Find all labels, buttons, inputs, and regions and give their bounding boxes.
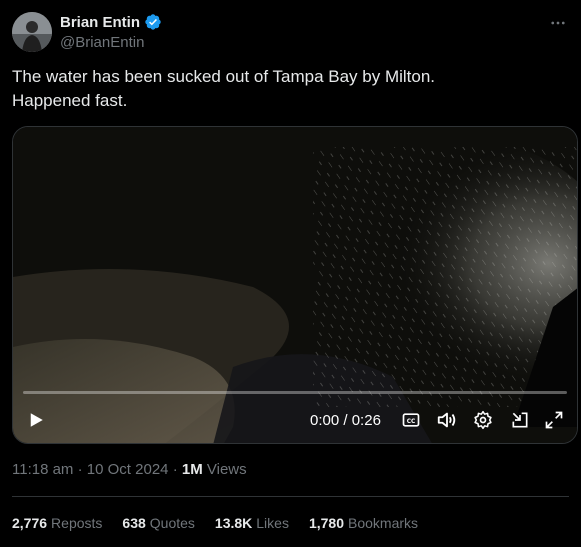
video-duration: 0:26 (351, 412, 381, 429)
reposts-stat[interactable]: 2,776 Reposts (12, 515, 102, 531)
bookmarks-label: Bookmarks (348, 515, 419, 531)
quotes-count: 638 (122, 515, 146, 531)
more-options-button[interactable] (547, 12, 569, 34)
views-count: 1M (181, 461, 203, 478)
volume-icon (437, 412, 456, 428)
bookmarks-count: 1,780 (308, 515, 344, 531)
settings-button[interactable] (470, 407, 496, 433)
reposts-label: Reposts (51, 515, 103, 531)
play-icon (30, 413, 43, 427)
avatar-image (12, 12, 52, 52)
picture-in-picture-button[interactable] (507, 407, 533, 433)
tweet-time[interactable]: 11:18 am (12, 461, 73, 478)
divider (12, 496, 569, 497)
author-handle[interactable]: @BrianEntin (60, 34, 144, 51)
author-name-text: Brian Entin (60, 13, 141, 31)
tweet-date[interactable]: 10 Oct 2024 (87, 461, 169, 478)
reposts-count: 2,776 (12, 515, 48, 531)
tweet-text: The water has been sucked out of Tampa B… (12, 65, 567, 113)
quotes-label: Quotes (149, 515, 195, 531)
video-time-separator: / (343, 412, 348, 429)
quotes-stat[interactable]: 638 Quotes (122, 515, 195, 531)
engagement-stats: 2,776 Reposts 638 Quotes 13.8K Likes 1,780 B… (12, 515, 418, 531)
bookmarks-stat[interactable]: 1,780 Bookmarks (309, 515, 418, 531)
likes-count: 13.8K (214, 515, 253, 531)
tweet-text-line: The water has been sucked out of Tampa B… (12, 67, 436, 86)
video-frame (13, 127, 577, 443)
fullscreen-icon (545, 411, 563, 429)
svg-text:CC: CC (407, 419, 416, 425)
video-time: 0:00 / 0:26 (310, 412, 381, 429)
video-progress-bar[interactable] (23, 391, 567, 394)
likes-stat[interactable]: 13.8K Likes (215, 515, 289, 531)
play-button[interactable] (23, 407, 49, 433)
avatar[interactable] (12, 12, 52, 52)
tweet-text-line: Happened fast. (12, 91, 128, 110)
verified-badge-icon (144, 13, 162, 31)
likes-label: Likes (256, 515, 289, 531)
captions-button[interactable]: CC (398, 407, 424, 433)
views-label: Views (206, 461, 247, 478)
author-name[interactable]: Brian Entin (60, 13, 162, 31)
volume-button[interactable] (434, 407, 460, 433)
captions-icon: CC (402, 413, 420, 427)
fullscreen-button[interactable] (541, 407, 567, 433)
more-icon (551, 21, 565, 25)
pip-icon (512, 412, 528, 428)
tweet-meta: 11:18 am · 10 Oct 2024 · 1M Views (12, 461, 247, 478)
video-player[interactable]: 0:00 / 0:26 CC (12, 126, 578, 444)
settings-icon (474, 410, 492, 430)
video-current-time: 0:00 (310, 412, 340, 429)
